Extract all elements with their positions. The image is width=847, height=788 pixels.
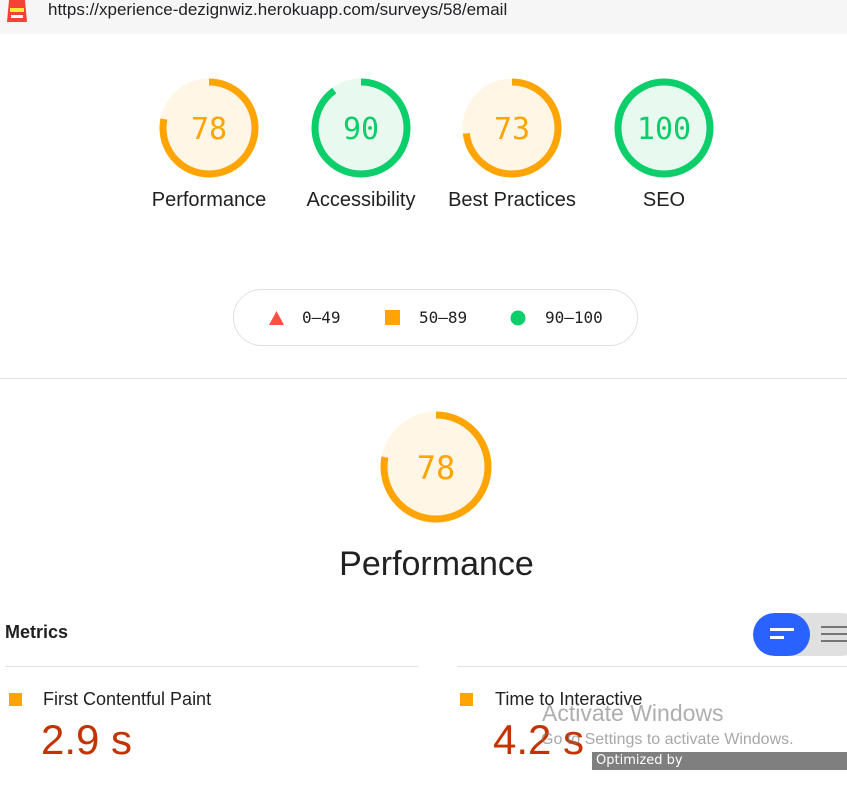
gauge-score: 90 [343, 112, 379, 147]
triangle-icon [269, 311, 284, 325]
lines-full-icon[interactable] [821, 625, 847, 645]
gauge-label: Best Practices [448, 189, 576, 211]
lines-short-icon [770, 628, 794, 639]
gauge-accessibility[interactable]: 90 Accessibility [285, 76, 437, 216]
gauge-label: Accessibility [306, 189, 416, 211]
gauge-ring: 78 [159, 78, 259, 178]
gauge-ring: 100 [614, 78, 714, 178]
gauge-ring: 73 [462, 78, 562, 178]
gauge-score: 78 [191, 112, 227, 147]
gauge-label: SEO [642, 189, 686, 211]
section-divider [0, 378, 847, 379]
gauge-score: 73 [494, 112, 530, 147]
gauge-best-practices[interactable]: 73 Best Practices [436, 76, 588, 216]
gauge-label: Performance [151, 189, 267, 211]
legend-pass-range: 90–100 [545, 308, 603, 327]
gauge-score: 100 [637, 112, 691, 147]
performance-gauge-large[interactable]: 78 [378, 409, 494, 530]
address-bar[interactable]: https://xperience-dezignwiz.herokuapp.co… [0, 0, 847, 34]
legend-average-range: 50–89 [419, 308, 468, 327]
gauge-seo[interactable]: 100 SEO [588, 76, 740, 216]
score-legend: 0–49 50–89 90–100 [233, 289, 638, 346]
metric-name: First Contentful Paint [43, 689, 212, 709]
average-square-icon [460, 693, 473, 706]
gauge-ring: 90 [311, 78, 411, 178]
metric-divider [457, 666, 847, 667]
legend-fail-range: 0–49 [302, 308, 341, 327]
category-title: Performance [339, 545, 534, 583]
gauge-performance[interactable]: 78 Performance [133, 76, 285, 216]
optimizer-badge: Optimized by www.ImageOptimizer.net [592, 752, 847, 786]
toggle-summary-view[interactable] [753, 613, 810, 656]
activate-windows-subtitle: Go to Settings to activate Windows. [541, 731, 794, 748]
circle-icon [510, 310, 526, 326]
activate-windows-title: Activate Windows [542, 700, 724, 726]
metrics-heading: Metrics [5, 622, 69, 642]
metric-divider [5, 666, 418, 667]
square-icon [385, 310, 400, 325]
metrics-view-toggle[interactable] [753, 613, 847, 656]
average-square-icon [9, 693, 22, 706]
gauge-ring: 78 [380, 411, 492, 523]
gauge-score: 78 [417, 449, 456, 487]
metric-value: 2.9 s [41, 716, 133, 763]
lighthouse-icon [7, 0, 27, 22]
url-text[interactable]: https://xperience-dezignwiz.herokuapp.co… [48, 0, 507, 20]
